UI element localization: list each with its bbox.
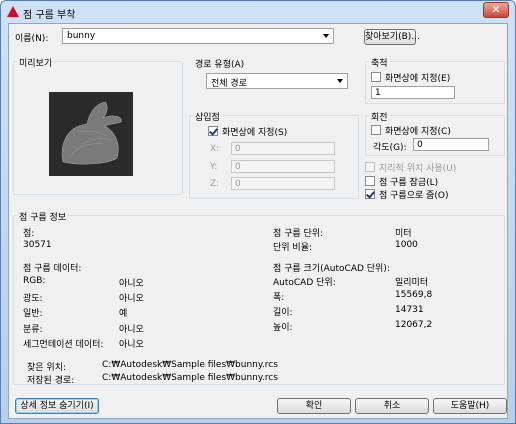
geo-location-label: 지리적 위치 사용(U) xyxy=(379,164,457,174)
saved-path-value: C:₩Autodesk₩Sample files₩bunny.rcs xyxy=(102,373,278,383)
normal-value: 예 xyxy=(119,309,128,319)
name-dropdown[interactable]: bunny xyxy=(62,28,334,44)
angle-input[interactable]: 0 xyxy=(413,138,489,151)
path-type-label: 경로 유형(A) xyxy=(195,60,245,70)
unit-label: 점 구름 단위: xyxy=(273,229,324,239)
length-value: 14731 xyxy=(395,305,424,315)
autocad-app-icon xyxy=(7,6,19,17)
geo-location-checkbox[interactable] xyxy=(365,162,375,172)
chevron-down-icon xyxy=(323,34,329,38)
ratio-label: 단위 비율: xyxy=(273,243,313,253)
angle-label: 각도(G): xyxy=(373,143,407,153)
hide-details-button[interactable]: 상세 정보 숨기기(I) xyxy=(15,398,99,414)
height-label: 높이: xyxy=(273,323,293,333)
found-path-value: C:₩Autodesk₩Sample files₩bunny.rcs xyxy=(102,360,278,370)
rgb-label: RGB: xyxy=(23,276,46,286)
name-label: 이름(N): xyxy=(15,34,49,44)
scale-value: 1 xyxy=(375,88,381,98)
acad-unit-label: AutoCAD 단위: xyxy=(273,278,336,288)
size-title: 점 구름 크기(AutoCAD 단위): xyxy=(273,264,390,274)
x-label: X: xyxy=(210,144,220,154)
width-value: 15569,8 xyxy=(395,290,433,300)
unit-value: 미터 xyxy=(395,229,412,239)
bunny-preview-icon xyxy=(49,92,133,176)
scale-specify-label: 화면상에 지정(E) xyxy=(385,74,451,84)
rotation-specify-label: 화면상에 지정(C) xyxy=(385,127,451,137)
rotation-title: 회전 xyxy=(369,110,390,123)
y-value: 0 xyxy=(235,162,241,172)
preview-image xyxy=(49,92,133,176)
path-type-value: 전체 경로 xyxy=(211,79,247,89)
scale-input[interactable]: 1 xyxy=(371,86,455,99)
normal-label: 일반: xyxy=(23,309,43,319)
chevron-down-icon xyxy=(337,79,343,83)
width-label: 폭: xyxy=(273,293,285,303)
x-value: 0 xyxy=(235,144,241,154)
angle-value: 0 xyxy=(417,140,423,150)
found-path-label: 찾은 위치: xyxy=(27,363,67,373)
intensity-label: 광도: xyxy=(23,294,43,304)
window-title: 점 구름 부착 xyxy=(23,10,76,21)
insertion-specify-label: 화면상에 지정(S) xyxy=(222,128,288,138)
data-title: 점 구름 데이터: xyxy=(23,264,82,274)
rotation-specify-checkbox[interactable] xyxy=(371,125,381,135)
y-input[interactable]: 0 xyxy=(231,160,335,173)
z-value: 0 xyxy=(235,179,241,189)
height-value: 12067,2 xyxy=(395,320,433,330)
lock-label: 점 구름 잠금(L) xyxy=(379,178,439,188)
zoom-label: 점 구름으로 줌(O) xyxy=(379,191,449,201)
zoom-checkbox[interactable] xyxy=(365,189,375,199)
rgb-value: 아니오 xyxy=(119,279,144,289)
class-label: 분류: xyxy=(23,325,43,335)
intensity-value: 아니오 xyxy=(119,294,144,304)
acad-unit-value: 밀리미터 xyxy=(395,278,429,288)
length-label: 길이: xyxy=(273,308,293,318)
title-bar[interactable]: 점 구름 부착 ✕ xyxy=(1,1,515,23)
info-title: 점 구름 정보 xyxy=(17,210,69,223)
ok-button[interactable]: 확인 xyxy=(277,398,351,414)
ratio-value: 1000 xyxy=(395,240,418,250)
close-button[interactable]: ✕ xyxy=(483,2,509,18)
insertion-title: 삽입점 xyxy=(193,110,222,123)
points-label: 점: xyxy=(23,229,35,239)
scale-specify-checkbox[interactable] xyxy=(371,72,381,82)
browse-button[interactable]: 찾아보기(B)... xyxy=(364,29,420,45)
preview-title: 미리보기 xyxy=(17,56,55,69)
dialog-client: 이름(N): bunny 찾아보기(B)... 미리보기 경로 유형(A) 전체… xyxy=(8,23,508,419)
seg-label: 세그먼테이션 데이터: xyxy=(23,340,104,350)
y-label: Y: xyxy=(210,162,218,172)
cancel-button[interactable]: 취소 xyxy=(355,398,429,414)
name-dropdown-value: bunny xyxy=(67,31,96,41)
saved-path-label: 저장된 경로: xyxy=(27,376,75,386)
dialog-window: 점 구름 부착 ✕ 이름(N): bunny 찾아보기(B)... 미리보기 경… xyxy=(0,0,516,424)
insertion-specify-checkbox[interactable] xyxy=(208,126,218,136)
path-type-dropdown[interactable]: 전체 경로 xyxy=(206,73,348,89)
class-value: 아니오 xyxy=(119,325,144,335)
scale-title: 축척 xyxy=(369,56,390,69)
z-input[interactable]: 0 xyxy=(231,177,335,190)
points-value: 30571 xyxy=(23,240,52,250)
help-button[interactable]: 도움말(H) xyxy=(433,398,507,414)
x-input[interactable]: 0 xyxy=(231,142,335,155)
z-label: Z: xyxy=(210,179,220,189)
lock-checkbox[interactable] xyxy=(365,176,375,186)
seg-value: 아니오 xyxy=(119,340,144,350)
